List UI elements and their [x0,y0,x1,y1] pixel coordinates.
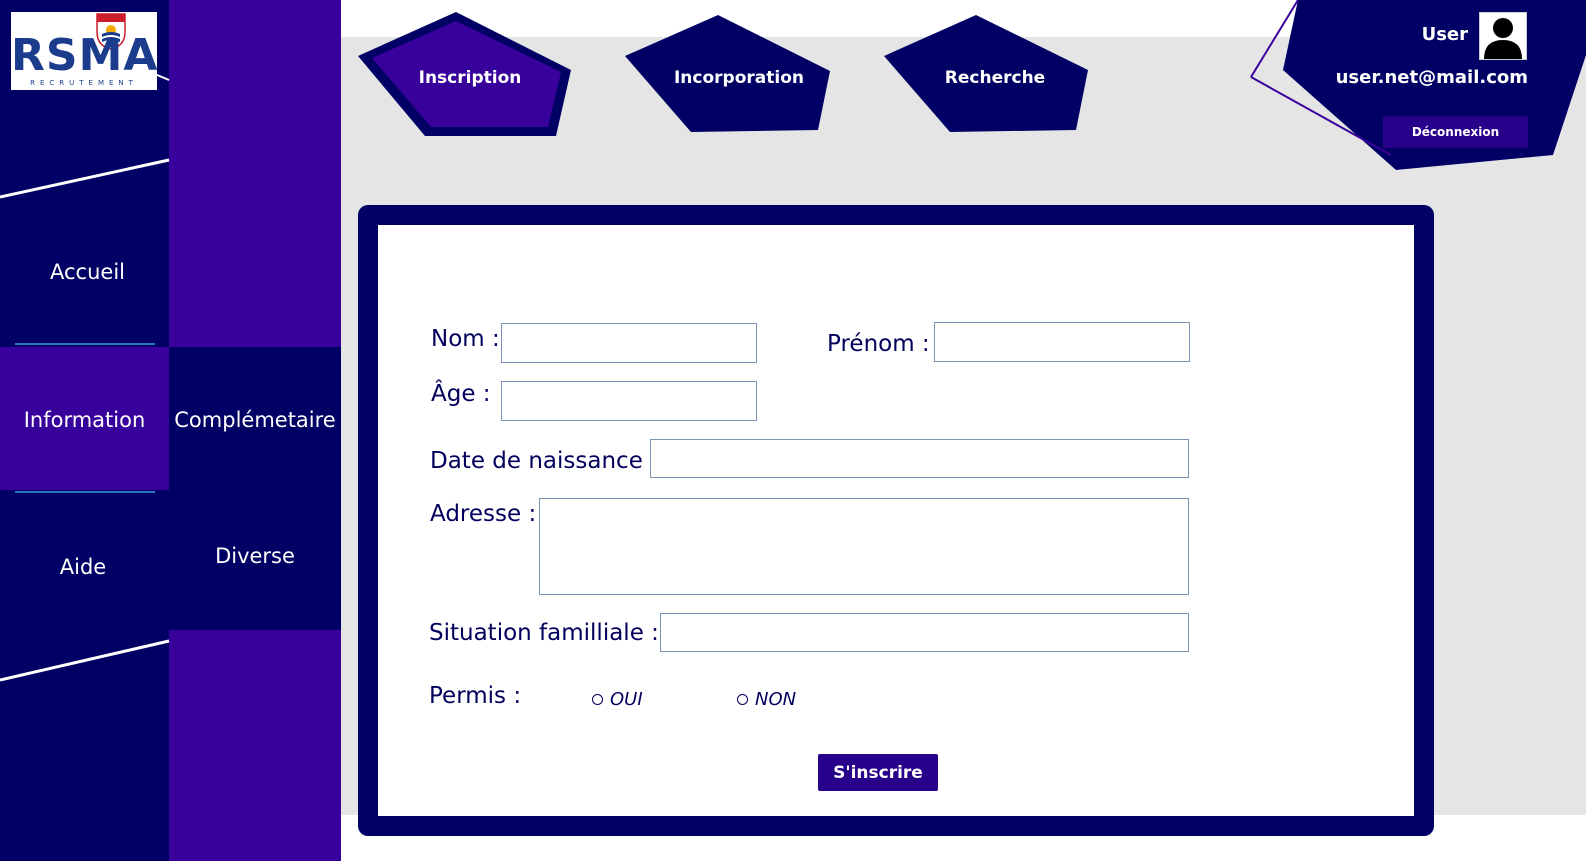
date-naissance-label: Date de naissance : [430,448,658,474]
sinscrire-button[interactable]: S'inscrire [818,754,938,791]
user-avatar[interactable] [1479,12,1527,60]
age-label: Âge : [431,381,491,407]
registration-form-frame: Nom : Prénom : Âge : Date de naissance :… [358,205,1434,836]
logo-subtext: RECRUTEMENT [30,79,138,87]
top-navigation-shapes [358,0,1586,170]
permis-oui-radio[interactable]: OUI [592,689,643,710]
sidebar-subitem-complementaire[interactable]: Complémetaire [169,398,341,442]
permis-non-label: NON [755,689,797,710]
logo-wordmark: RSMA [11,30,157,81]
date-naissance-input[interactable] [650,439,1189,478]
user-avatar-icon [1484,18,1522,59]
sidebar-item-aide[interactable]: Aide [0,545,166,589]
tab-inscription[interactable]: Inscription [390,58,550,98]
sidebar-item-information[interactable]: Information [0,398,169,442]
radio-circle-icon[interactable] [737,694,748,705]
user-email: user.net@mail.com [1335,67,1528,88]
adresse-label: Adresse : [430,501,537,527]
adresse-textarea[interactable] [539,498,1189,595]
prenom-label: Prénom : [827,331,930,357]
nom-input[interactable] [501,323,757,363]
tab-incorporation[interactable]: Incorporation [655,58,823,98]
rsma-logo[interactable]: RSMA RECRUTEMENT [11,12,157,90]
age-input[interactable] [501,381,757,421]
permis-label: Permis : [429,683,522,709]
nom-label: Nom : [431,326,500,352]
permis-non-radio[interactable]: NON [737,689,796,710]
tab-recherche[interactable]: Recherche [915,58,1075,98]
sidebar: RSMA RECRUTEMENT Accueil Information Aid… [0,0,341,861]
situation-familliale-label: Situation familliale : [429,620,659,646]
prenom-input[interactable] [934,322,1190,362]
situation-familliale-input[interactable] [660,613,1189,652]
sidebar-item-accueil[interactable]: Accueil [0,250,175,294]
sidebar-subitem-diverse[interactable]: Diverse [169,534,341,578]
logout-button[interactable]: Déconnexion [1383,116,1528,148]
user-name: User [1421,24,1468,45]
permis-oui-label: OUI [610,689,643,710]
radio-circle-icon[interactable] [592,694,603,705]
registration-form: Nom : Prénom : Âge : Date de naissance :… [378,225,1414,816]
